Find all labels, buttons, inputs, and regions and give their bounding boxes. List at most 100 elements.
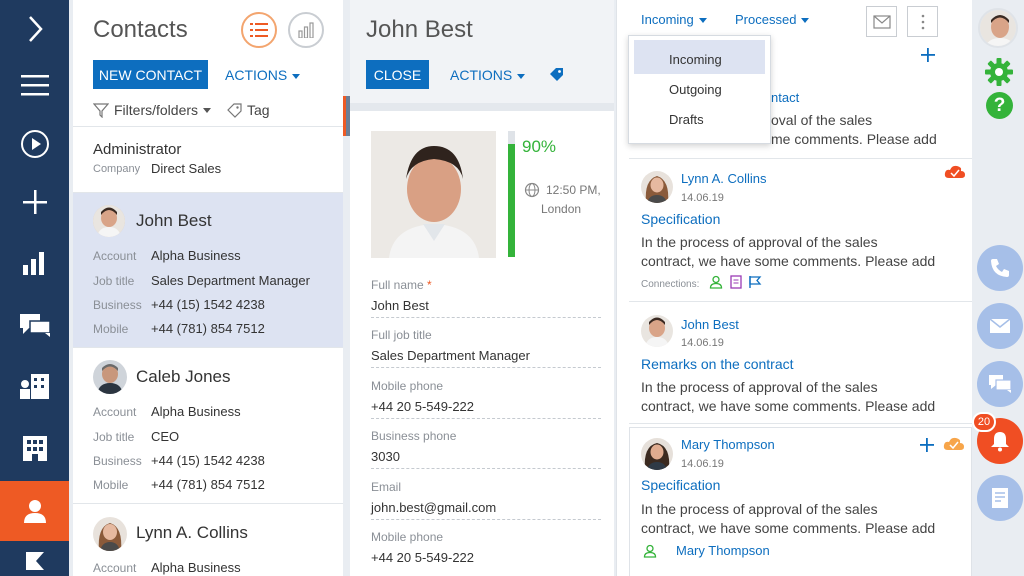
dropdown-item-drafts[interactable]: Drafts bbox=[669, 112, 704, 127]
filters-folders-button[interactable]: Filters/folders bbox=[93, 102, 212, 118]
contact-connection-icon[interactable] bbox=[709, 275, 723, 294]
post-date: 14.06.19 bbox=[681, 192, 724, 204]
tasks-button[interactable] bbox=[977, 475, 1023, 521]
flag-icon bbox=[25, 551, 44, 570]
email-field[interactable]: Email john.best@gmail.com bbox=[371, 480, 601, 520]
post-author[interactable]: Lynn A. Collins bbox=[681, 171, 767, 186]
dropdown-item-outgoing[interactable]: Outgoing bbox=[669, 82, 722, 97]
accounts-button[interactable] bbox=[0, 357, 69, 415]
list-view-button[interactable] bbox=[241, 12, 277, 48]
field-label: Account bbox=[93, 561, 137, 575]
field-value: John Best bbox=[371, 298, 429, 313]
post-author[interactable]: Mary Thompson bbox=[681, 437, 775, 452]
avatar bbox=[641, 438, 673, 470]
dashboards-button[interactable] bbox=[0, 234, 69, 292]
full-name-field[interactable]: Full name * John Best bbox=[371, 278, 601, 318]
close-button[interactable]: CLOSE bbox=[366, 60, 429, 89]
required-marker: * bbox=[427, 278, 432, 292]
contact-card-lynn-collins[interactable]: Lynn A. Collins Account Alpha Business bbox=[73, 505, 343, 576]
field-label: Business bbox=[93, 454, 142, 468]
contact-name: John Best bbox=[136, 211, 212, 230]
list-icon bbox=[250, 23, 268, 37]
mobile-phone-field[interactable]: Mobile phone +44 20 5-549-222 bbox=[371, 379, 601, 419]
user-avatar[interactable] bbox=[978, 8, 1018, 48]
contacts-panel: Contacts NEW CONTACT ACTIONS Filters/fol… bbox=[73, 0, 343, 576]
collapse-menu-button[interactable] bbox=[0, 0, 69, 58]
post-title[interactable]: Specification bbox=[641, 477, 720, 493]
companies-button[interactable] bbox=[0, 419, 69, 477]
chevron-right-icon bbox=[28, 16, 43, 42]
chat-button[interactable] bbox=[977, 361, 1023, 407]
dropdown-item-incoming[interactable]: Incoming bbox=[669, 52, 722, 67]
processed-filter[interactable]: Processed bbox=[735, 12, 810, 27]
feed-item[interactable]: Lynn A. Collins 14.06.19 Specification I… bbox=[629, 159, 972, 302]
document-connection-icon[interactable] bbox=[729, 275, 743, 294]
field-label: Mobile bbox=[93, 322, 129, 336]
settings-button[interactable] bbox=[985, 58, 1013, 91]
divider bbox=[350, 103, 614, 111]
tag-button[interactable]: Tag bbox=[226, 102, 270, 118]
field-value: +44 (15) 1542 4238 bbox=[151, 453, 265, 468]
feed-item[interactable]: John Best 14.06.19 Remarks on the contra… bbox=[629, 303, 972, 424]
bar-chart-icon bbox=[298, 22, 314, 38]
feed-button[interactable] bbox=[0, 296, 69, 354]
person-icon bbox=[23, 500, 46, 523]
hamburger-icon bbox=[20, 75, 49, 96]
more-nav-button[interactable] bbox=[0, 541, 69, 576]
call-button[interactable] bbox=[977, 245, 1023, 291]
field-value: john.best@gmail.com bbox=[371, 500, 497, 515]
tag-label: Tag bbox=[247, 102, 270, 118]
field-label: Job title bbox=[93, 274, 135, 288]
post-text: In the process of approval of the sales bbox=[641, 501, 878, 517]
filter-icon bbox=[93, 103, 109, 118]
mobile-phone-field-2[interactable]: Mobile phone +44 20 5-549-222 bbox=[371, 530, 601, 569]
business-phone-field[interactable]: Business phone 3030 bbox=[371, 429, 601, 469]
new-contact-button[interactable]: NEW CONTACT bbox=[93, 60, 208, 89]
detail-title: John Best bbox=[366, 16, 473, 43]
job-title-field[interactable]: Full job title Sales Department Manager bbox=[371, 328, 601, 368]
email-filter-button[interactable] bbox=[866, 6, 897, 37]
chat-icon bbox=[19, 314, 51, 337]
contact-photo[interactable] bbox=[371, 131, 496, 258]
menu-button[interactable] bbox=[0, 56, 69, 114]
add-post-button[interactable] bbox=[921, 48, 935, 67]
more-options-button[interactable] bbox=[907, 6, 938, 37]
field-value: Alpha Business bbox=[151, 560, 241, 575]
completeness-percent: 90% bbox=[522, 137, 557, 156]
field-label: Full job title bbox=[371, 328, 432, 342]
field-label: Mobile bbox=[93, 478, 129, 492]
processes-button[interactable] bbox=[0, 115, 69, 173]
field-label: Job title bbox=[93, 430, 135, 444]
contacts-nav-button[interactable] bbox=[0, 481, 69, 541]
question-icon: ? bbox=[993, 94, 1006, 116]
bell-icon bbox=[991, 432, 1009, 452]
detail-actions-button[interactable]: ACTIONS bbox=[450, 67, 526, 83]
field-value: +44 20 5-549-222 bbox=[371, 399, 475, 414]
analytics-view-button[interactable] bbox=[288, 12, 324, 48]
field-label: Mobile phone bbox=[371, 379, 444, 393]
field-label: Account bbox=[93, 249, 137, 263]
field-label: Business phone bbox=[371, 429, 457, 443]
help-button[interactable]: ? bbox=[986, 92, 1013, 119]
field-value: +44 (781) 854 7512 bbox=[151, 477, 265, 492]
add-button[interactable] bbox=[0, 173, 69, 231]
contacts-actions-label: ACTIONS bbox=[225, 67, 288, 83]
contacts-actions-button[interactable]: ACTIONS bbox=[225, 67, 301, 83]
email-button[interactable] bbox=[977, 303, 1023, 349]
flag-connection-icon[interactable] bbox=[748, 275, 762, 294]
field-label: Company bbox=[93, 163, 141, 175]
contact-card-john-best[interactable]: John Best Account Alpha Business Job tit… bbox=[73, 193, 343, 348]
post-author[interactable]: John Best bbox=[681, 317, 739, 332]
contact-card-caleb-jones[interactable]: Caleb Jones Account Alpha Business Job t… bbox=[73, 349, 343, 504]
incoming-filter[interactable]: Incoming bbox=[641, 12, 707, 27]
post-title[interactable]: Remarks on the contract bbox=[641, 356, 794, 372]
add-comment-button[interactable] bbox=[920, 438, 934, 457]
post-date: 14.06.19 bbox=[681, 458, 724, 470]
admin-row[interactable]: Administrator Company Direct Sales bbox=[73, 127, 343, 193]
feed-item[interactable]: Mary Thompson 14.06.19 Specification In … bbox=[629, 427, 972, 576]
post-title[interactable]: Specification bbox=[641, 211, 720, 227]
tag-button[interactable] bbox=[548, 66, 564, 87]
partial-text: oval of the sales bbox=[771, 112, 873, 128]
assignee-link[interactable]: Mary Thompson bbox=[676, 543, 770, 558]
avatar bbox=[641, 171, 673, 203]
